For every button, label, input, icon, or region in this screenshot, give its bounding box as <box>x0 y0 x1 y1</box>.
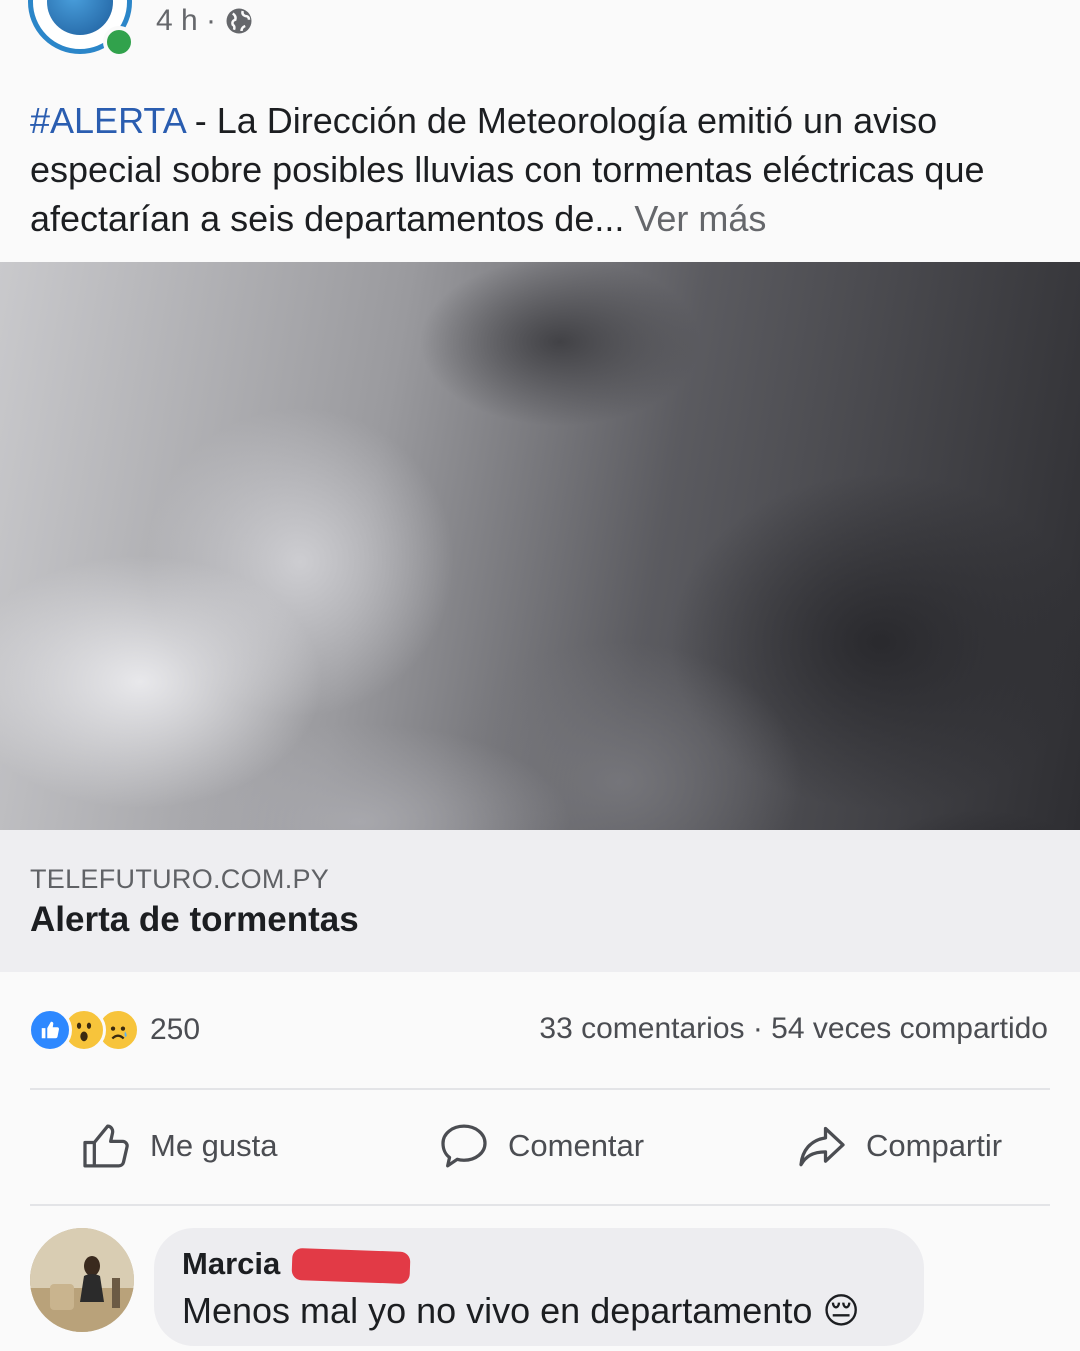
link-domain: TELEFUTURO.COM.PY <box>30 864 330 894</box>
share-button[interactable]: Compartir <box>794 1118 1002 1174</box>
link-title: Alerta de tormentas <box>30 900 359 939</box>
comments-shares-count[interactable]: 33 comentarios · 54 veces compartido <box>539 1012 1048 1046</box>
share-label: Compartir <box>866 1128 1003 1163</box>
storm-clouds-image[interactable] <box>0 262 1080 830</box>
hashtag-link[interactable]: #ALERTA <box>30 100 185 141</box>
post-timestamp[interactable]: 4 h · <box>156 4 216 38</box>
comment-icon <box>441 1124 487 1168</box>
like-button[interactable]: Me gusta <box>78 1118 278 1174</box>
divider <box>30 1204 1050 1206</box>
post-meta: 4 h · <box>156 4 254 38</box>
comment-author[interactable]: Marcia <box>182 1246 280 1282</box>
comment-bubble: Marcia Menos mal yo no vivo en departame… <box>154 1228 924 1346</box>
reactions-summary[interactable]: 250 <box>28 1008 200 1052</box>
commenter-avatar[interactable] <box>30 1228 134 1332</box>
divider <box>30 1088 1050 1090</box>
like-icon <box>28 1008 72 1052</box>
facebook-post: 4 h · #ALERTA - La Dirección de Meteorol… <box>0 0 1080 1351</box>
online-status-dot <box>103 26 135 58</box>
see-more-link[interactable]: Ver más <box>634 198 766 239</box>
post-text: #ALERTA - La Dirección de Meteorología e… <box>30 96 1060 243</box>
redaction-mark <box>291 1247 411 1285</box>
comment-label: Comentar <box>508 1128 645 1163</box>
like-label: Me gusta <box>150 1128 278 1163</box>
reaction-count: 250 <box>150 1013 201 1046</box>
comment-button[interactable]: Comentar <box>436 1118 644 1174</box>
link-preview-card[interactable]: TELEFUTURO.COM.PY Alerta de tormentas <box>0 830 1080 972</box>
comment-text: Menos mal yo no vivo en departamento 😔 <box>182 1290 860 1331</box>
thumbs-up-icon <box>83 1124 129 1168</box>
globe-icon <box>226 8 252 34</box>
share-arrow-icon <box>799 1126 845 1167</box>
